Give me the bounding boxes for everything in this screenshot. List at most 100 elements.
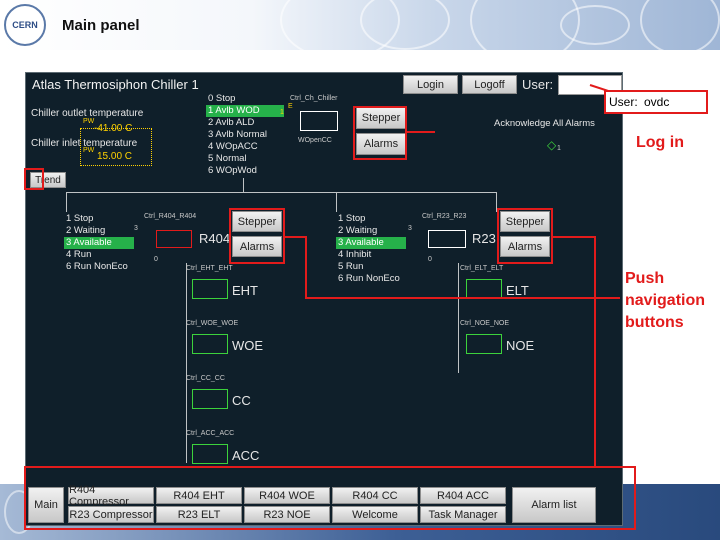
r404-state-list: 1 Stop 2 Waiting 3 Available 4 Run 6 Run Non…: [64, 213, 134, 273]
user-label: User:: [522, 77, 554, 92]
r404-zero: 0: [154, 256, 158, 263]
r23-child-status-box[interactable]: [466, 279, 502, 299]
r23-state-item: 1 Stop: [338, 213, 366, 224]
r404-child-ctrl-label: Ctrl_CC_CC: [186, 375, 225, 382]
nav-button-row2-4[interactable]: Task Manager: [420, 506, 506, 523]
header-banner: CERN Main panel: [0, 0, 720, 50]
r404-status-box[interactable]: [156, 230, 192, 248]
user-popup-label: User:: [609, 95, 638, 109]
r23-zero: 0: [428, 256, 432, 263]
r23-status-box[interactable]: [428, 230, 466, 248]
window-title: Atlas Thermosiphon Chiller 1: [32, 77, 199, 92]
ack-all-alarms-label: Acknowledge All Alarms: [494, 118, 595, 129]
r23-child-label: NOE: [506, 338, 535, 353]
annotation-line: [594, 236, 596, 466]
r23-state-list: 1 Stop 2 Waiting 3 Available 4 Inhibit 5 Run…: [336, 213, 406, 285]
wopen-label: WOpenCC: [298, 137, 332, 144]
r23-state-item: 4 Inhibit: [338, 249, 372, 260]
r404-num: 3: [134, 225, 138, 232]
push-nav-annotation: Push navigation buttons: [625, 270, 706, 331]
ack-alarm-num: 1: [557, 145, 561, 152]
chiller-state-item: 1 Avlb WOD: [206, 105, 284, 117]
annotation-line: [305, 236, 307, 298]
chiller-state-item: 4 WOpACC: [208, 141, 258, 152]
alarm-list-button[interactable]: Alarm list: [512, 487, 596, 523]
r23-state-item: 3 Available: [336, 237, 406, 249]
r404-child-ctrl-label: Ctrl_WOE_WOE: [186, 320, 239, 327]
annotation-line: [305, 297, 620, 299]
nav-button-row1-1[interactable]: R404 EHT: [156, 487, 242, 504]
nav-button-row1-3[interactable]: R404 CC: [332, 487, 418, 504]
main-nav-button[interactable]: Main: [28, 487, 64, 523]
tree-line: [66, 192, 67, 212]
tree-line: [66, 192, 496, 193]
annotation-line: [285, 236, 305, 238]
annotation-line: [407, 131, 435, 133]
chiller-state-item: 0 Stop: [208, 93, 236, 104]
nav-button-row2-0[interactable]: R23 Compressor: [68, 506, 154, 523]
r23-state-item: 2 Waiting: [338, 225, 378, 236]
chiller-state-list: 0 Stop 1 Avlb WOD 2 Avlb ALD 3 Avlb Normal 4…: [206, 93, 284, 177]
r404-child-ctrl-label: Ctrl_ACC_ACC: [186, 430, 235, 437]
r404-child-label: WOE: [232, 338, 264, 353]
r23-child-status-box[interactable]: [466, 334, 502, 354]
decor-swirl: [560, 5, 630, 45]
r404-child-status-box[interactable]: [192, 279, 228, 299]
nav-button-row1-4[interactable]: R404 ACC: [420, 487, 506, 504]
nav-button-row2-3[interactable]: Welcome: [332, 506, 418, 523]
r404-state-item: 1 Stop: [66, 213, 94, 224]
nav-bar: Main R404 Compressor R404 EHT R404 WOE R404…: [28, 484, 596, 523]
page-title: Main panel: [62, 17, 140, 34]
nav-button-row2-2[interactable]: R23 NOE: [244, 506, 330, 523]
r404-child-status-box[interactable]: [192, 334, 228, 354]
chiller-status-box[interactable]: [300, 111, 338, 131]
r404-label: R404: [199, 231, 231, 246]
ack-alarm-icon[interactable]: ◇: [547, 138, 556, 152]
decor-swirl: [640, 0, 720, 50]
r404-child-status-box[interactable]: [192, 444, 228, 464]
r23-child-ctrl-label: Ctrl_ELT_ELT: [460, 265, 504, 272]
r404-state-item: 2 Waiting: [66, 225, 106, 236]
chiller-state-item: 6 WOpWod: [208, 165, 257, 176]
highlight-r404-buttons: [229, 208, 285, 264]
r23-state-item: 5 Run: [338, 261, 364, 272]
r404-state-item: 3 Available: [64, 237, 134, 249]
r404-state-item: 6 Run NonEco: [66, 261, 128, 272]
chiller-ctrl-label: Ctrl_Ch_Chiller: [290, 95, 338, 102]
r404-child-status-box[interactable]: [192, 389, 228, 409]
annotation-line: [553, 236, 595, 238]
logoff-button[interactable]: Logoff: [462, 75, 517, 94]
r23-child-ctrl-label: Ctrl_NOE_NOE: [460, 320, 510, 327]
chiller-state-item: 2 Avlb ALD: [208, 117, 255, 128]
r404-child-label: EHT: [232, 283, 258, 298]
login-button[interactable]: Login: [403, 75, 458, 94]
highlight-chiller-buttons: [353, 106, 407, 160]
r404-child-label: CC: [232, 393, 251, 408]
r23-label: R23: [472, 231, 496, 246]
r23-children-line: [458, 263, 459, 373]
pw-label: PW: [83, 118, 95, 125]
e-label: E: [288, 103, 293, 110]
user-popup: User: ovdc: [604, 90, 708, 114]
login-annotation: Log in: [636, 134, 684, 151]
r404-child-ctrl-label: Ctrl_EHT_EHT: [186, 265, 233, 272]
cern-logo: CERN: [4, 4, 46, 46]
highlight-trend: [24, 168, 44, 190]
nav-button-row2-1[interactable]: R23 ELT: [156, 506, 242, 523]
r23-child-label: ELT: [506, 283, 529, 298]
chiller-state-item: 3 Avlb Normal: [208, 129, 267, 140]
scada-panel: Atlas Thermosiphon Chiller 1 Login Logof…: [25, 72, 623, 526]
nav-button-row1-0[interactable]: R404 Compressor: [68, 484, 154, 508]
r404-state-item: 4 Run: [66, 249, 92, 260]
r23-ctrl-label: Ctrl_R23_R23: [422, 213, 467, 220]
chiller-state-item: 5 Normal: [208, 153, 247, 164]
tree-line: [243, 178, 244, 192]
highlight-r23-buttons: [497, 208, 553, 264]
tree-line: [336, 192, 337, 212]
temp-box: [80, 128, 152, 166]
r23-state-item: 6 Run NonEco: [338, 273, 400, 284]
r404-ctrl-label: Ctrl_R404_R404: [144, 213, 197, 220]
num-label: 1: [280, 109, 284, 116]
nav-button-row1-2[interactable]: R404 WOE: [244, 487, 330, 504]
user-popup-value: ovdc: [644, 95, 670, 109]
